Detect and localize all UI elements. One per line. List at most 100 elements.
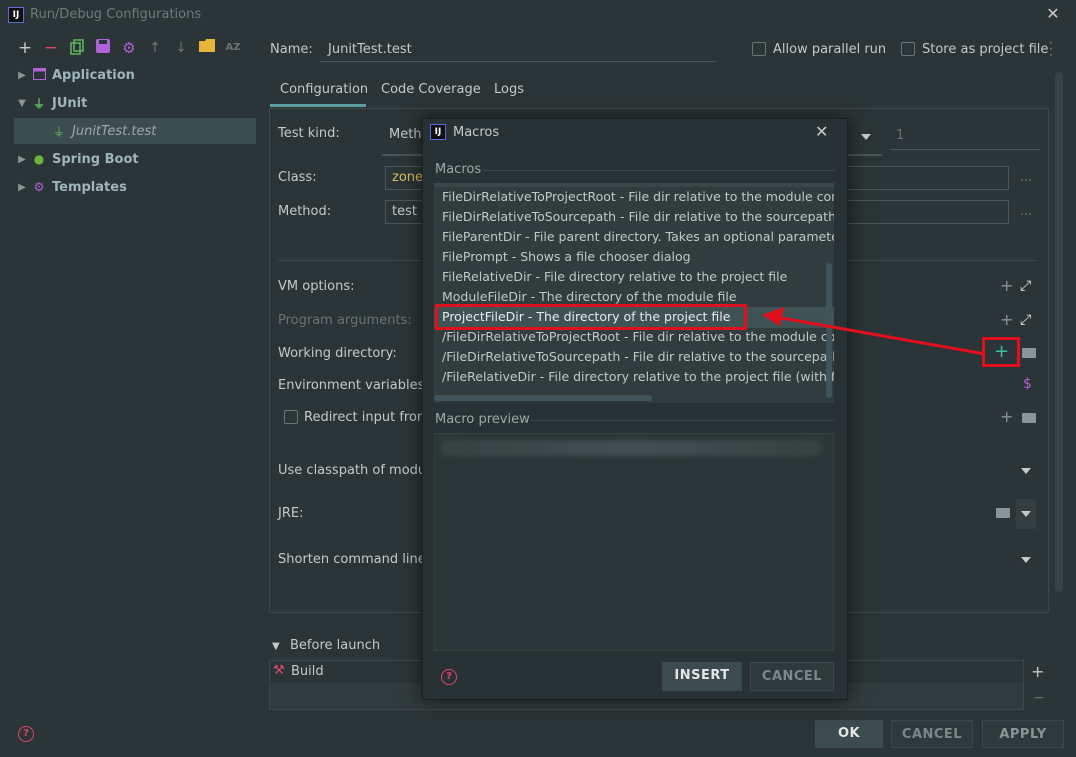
macros-close-icon[interactable]: ✕ <box>815 122 828 141</box>
chevron-right-icon[interactable]: ▶ <box>14 154 30 165</box>
jre-folder-icon[interactable] <box>996 508 1010 518</box>
redirect-input-label: Redirect input from: <box>304 410 434 425</box>
list-item[interactable]: FilePrompt - Shows a file chooser dialog <box>442 247 691 267</box>
class-label: Class: <box>278 170 317 185</box>
redirect-plus-icon[interactable]: + <box>1000 409 1013 425</box>
tree-item-junit[interactable]: ▼ ⏚ JUnit <box>14 90 256 116</box>
repeat-count-value: 1 <box>896 128 905 143</box>
title-bar: IJ Run/Debug Configurations ✕ <box>0 0 1076 30</box>
active-tab-indicator <box>270 104 366 107</box>
help-icon[interactable]: ? <box>18 726 34 742</box>
list-item[interactable]: FileDirRelativeToSourcepath - File dir r… <box>442 207 834 227</box>
application-icon <box>30 67 48 83</box>
more-options-icon[interactable]: · · · <box>1049 37 1053 61</box>
cancel-button[interactable]: CANCEL <box>891 720 973 748</box>
name-label: Name: <box>270 42 313 57</box>
macros-dialog-title: Macros <box>453 125 500 140</box>
tree-item-label: Application <box>52 67 135 83</box>
macros-help-icon[interactable]: ? <box>441 669 457 685</box>
horizontal-scrollbar[interactable] <box>434 395 652 401</box>
allow-parallel-checkbox[interactable] <box>752 42 766 56</box>
program-args-plus-icon[interactable]: + <box>1000 312 1013 328</box>
name-input[interactable]: JunitTest.test <box>320 36 716 62</box>
env-variables-label: Environment variables: <box>278 378 429 393</box>
divider <box>530 420 835 421</box>
store-project-label: Store as project file <box>922 42 1049 57</box>
chevron-right-icon[interactable]: ▶ <box>14 70 30 81</box>
store-project-checkbox[interactable] <box>901 42 915 56</box>
repeat-count-input[interactable]: 1 <box>890 118 1040 150</box>
scrollbar[interactable] <box>1055 72 1063 592</box>
chevron-down-icon <box>1021 511 1031 517</box>
plus-icon[interactable]: + <box>16 39 34 57</box>
vm-options-plus-icon[interactable]: + <box>1000 278 1013 294</box>
list-item[interactable]: FileParentDir - File parent directory. T… <box>442 227 834 247</box>
minus-icon[interactable]: − <box>42 39 60 57</box>
before-launch-plus-icon[interactable]: + <box>1031 664 1044 680</box>
test-kind-label: Test kind: <box>278 126 340 141</box>
wrench-icon: ⚙ <box>33 180 45 194</box>
method-browse-button[interactable]: ... <box>1020 204 1032 219</box>
close-window-icon[interactable]: ✕ <box>1044 5 1062 23</box>
vm-options-label: VM options: <box>278 279 355 294</box>
annotation-arrow <box>762 307 986 356</box>
list-item[interactable]: FileDirRelativeToProjectRoot - File dir … <box>442 187 834 207</box>
arrow-up-icon[interactable]: ↑ <box>146 39 164 57</box>
before-launch-minus-icon[interactable]: − <box>1033 690 1045 706</box>
classpath-chevron-down-icon[interactable] <box>1021 468 1031 474</box>
save-icon[interactable] <box>94 39 112 57</box>
shorten-cmd-label: Shorten command line: <box>278 552 431 567</box>
chevron-down-icon <box>861 134 871 140</box>
tree-item-label: JUnit <box>52 95 88 111</box>
copy-icon[interactable] <box>68 39 86 57</box>
tab-code-coverage[interactable]: Code Coverage <box>381 82 481 104</box>
tree-item-label: Spring Boot <box>52 151 139 167</box>
tab-configuration[interactable]: Configuration <box>280 82 368 104</box>
apply-button[interactable]: APPLY <box>982 720 1064 748</box>
method-label: Method: <box>278 204 332 219</box>
working-directory-label: Working directory: <box>278 346 397 361</box>
gear-icon[interactable]: ⚙ <box>120 39 138 57</box>
junit-icon: ⏚ <box>32 96 45 111</box>
tree-item-application[interactable]: ▶ Application <box>14 62 256 88</box>
list-item[interactable]: FileRelativeDir - File directory relativ… <box>442 267 787 287</box>
allow-parallel-label: Allow parallel run <box>773 42 887 57</box>
macro-preview-area <box>434 433 834 651</box>
tree-item-junittest[interactable]: ⏚ JunitTest.test <box>14 118 256 144</box>
preview-blurred-text <box>441 440 821 456</box>
chevron-down-icon[interactable]: ▼ <box>272 641 280 652</box>
ok-button[interactable]: OK <box>815 720 883 748</box>
macros-list[interactable]: FileDirRelativeToProjectRoot - File dir … <box>434 183 834 403</box>
hammer-icon: ⚒ <box>273 663 285 678</box>
tree-item-label: Templates <box>52 179 127 195</box>
macro-preview-label: Macro preview <box>435 412 530 427</box>
expand-icon[interactable]: ⤢ <box>1020 278 1031 294</box>
redirect-folder-icon[interactable] <box>1022 413 1036 423</box>
insert-button[interactable]: INSERT <box>662 662 742 691</box>
highlight-box-projectfiledir <box>435 304 747 330</box>
arrow-down-icon[interactable]: ↓ <box>172 39 190 57</box>
macros-cancel-button[interactable]: CANCEL <box>750 662 834 691</box>
chevron-down-icon[interactable]: ▼ <box>14 98 30 109</box>
window-title: Run/Debug Configurations <box>30 7 202 22</box>
jre-dropdown-button[interactable] <box>1016 499 1036 529</box>
intellij-logo-icon: IJ <box>8 7 24 23</box>
list-item[interactable]: /FileRelativeDir - File directory relati… <box>442 367 834 387</box>
redirect-input-checkbox[interactable] <box>284 410 298 424</box>
class-browse-button[interactable]: ... <box>1020 170 1032 185</box>
macros-section-label: Macros <box>435 162 482 177</box>
sort-az-icon[interactable]: AZ <box>224 39 242 57</box>
spring-boot-icon: ● <box>33 152 45 166</box>
shorten-chevron-down-icon[interactable] <box>1021 557 1031 563</box>
name-value: JunitTest.test <box>328 42 412 57</box>
expand-icon[interactable]: ⤢ <box>1020 312 1031 328</box>
env-variables-dollar-icon[interactable]: $ <box>1023 376 1032 392</box>
tree-item-spring-boot[interactable]: ▶ ● Spring Boot <box>14 146 256 172</box>
tree-item-templates[interactable]: ▶ ⚙ Templates <box>14 174 256 200</box>
tab-logs[interactable]: Logs <box>494 82 524 104</box>
folder-icon[interactable] <box>198 39 216 57</box>
before-launch-label: Before launch <box>290 638 381 653</box>
chevron-right-icon[interactable]: ▶ <box>14 182 30 193</box>
junit-test-icon: ⏚ <box>52 124 65 139</box>
working-dir-folder-icon[interactable] <box>1022 348 1036 358</box>
